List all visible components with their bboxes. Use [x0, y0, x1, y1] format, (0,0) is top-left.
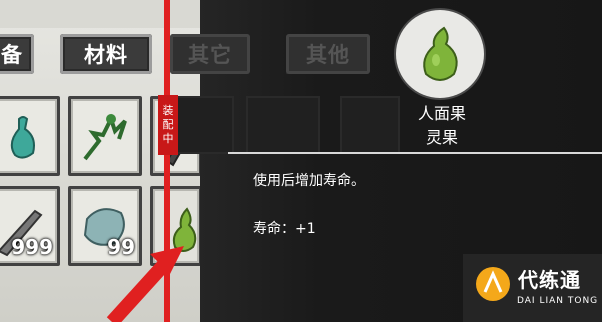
watermark-subtitle: DAI LIAN TONG	[517, 296, 599, 306]
watermark: 代练通 DAI LIAN TONG	[463, 254, 602, 322]
item-preview	[396, 10, 484, 98]
item-name: 人面果	[417, 104, 466, 123]
watermark-title: 代练通	[518, 268, 581, 292]
item-stat: 寿命：+1	[253, 221, 316, 237]
pear-icon	[423, 26, 458, 81]
tooltip-divider	[228, 152, 602, 154]
item-type: 灵果	[425, 128, 458, 147]
item-description: 使用后增加寿命。	[253, 173, 365, 189]
logo-icon	[476, 267, 510, 301]
